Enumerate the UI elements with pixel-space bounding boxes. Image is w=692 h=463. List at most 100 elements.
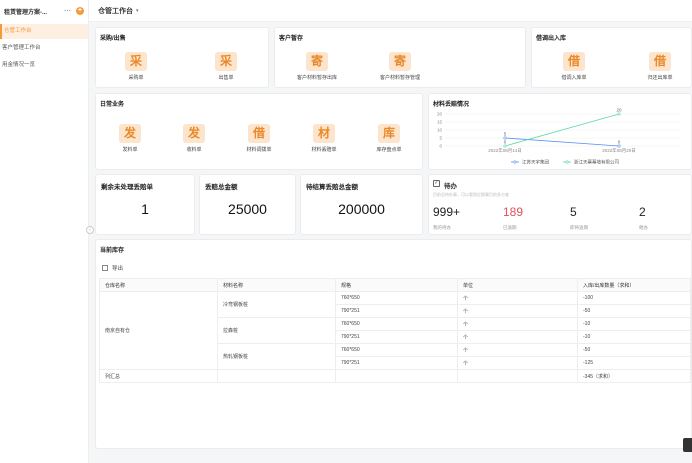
x-tick-label: 2022年08月20日 xyxy=(602,147,636,154)
purchase-order-button[interactable]: 采 采购单 xyxy=(106,52,166,81)
chevron-down-icon[interactable]: ▾ xyxy=(136,8,139,14)
stocktake-icon: 库 xyxy=(378,124,400,143)
cell-total-label: 列汇总 xyxy=(99,369,218,383)
y-tick-label: 20 xyxy=(437,112,443,117)
legend-marker xyxy=(565,160,569,164)
sidebar-item-warehouse[interactable]: 仓管工作台 xyxy=(0,24,88,39)
header-warehouse[interactable]: 仓库名称 xyxy=(99,278,218,292)
daily-card: 日常业务 发 发料单 发 收料单 借 材料调拨单 材 材料丢赔单 库 库存盘点单 xyxy=(95,93,423,170)
issue-order-button[interactable]: 发 发料单 xyxy=(100,124,160,153)
sale-icon: 采 xyxy=(215,52,237,71)
todo-count-due-soon[interactable]: 5 xyxy=(570,205,577,219)
stat-card-pending: 待结算丢赔总金额 200000 xyxy=(300,174,423,235)
cell-spec: 760*650 xyxy=(335,343,458,357)
item-label: 归还出库单 xyxy=(647,75,673,81)
more-icon[interactable]: ⋯ xyxy=(64,7,71,15)
card-title: 客户暂存 xyxy=(279,36,304,42)
sidebar-item-customer[interactable]: 客户管理工作台 xyxy=(0,41,88,56)
item-label: 发料单 xyxy=(122,147,138,153)
issue-icon: 发 xyxy=(119,124,141,143)
todo-count-mine[interactable]: 999+ xyxy=(433,205,460,219)
stat-title: 剩余未处理丢赔单 xyxy=(101,184,153,191)
export-button[interactable]: 导出 xyxy=(102,264,123,272)
card-title: 采购/出售 xyxy=(100,36,126,42)
sale-order-button[interactable]: 采 出售单 xyxy=(196,52,256,81)
stat-card-total: 丢赔总金额 25000 xyxy=(199,174,296,235)
cell-spec: 760*650 xyxy=(335,291,458,305)
header-spec[interactable]: 规格 xyxy=(335,278,458,292)
todo-label-overdue: 已逾期 xyxy=(503,225,517,230)
loss-chart-card: 材料丢赔情况 0 5 10 15 20 2022年08月14日 2022年08月20日 5 0 0… xyxy=(428,93,692,170)
purchase-icon: 采 xyxy=(125,52,147,71)
cell-unit: 个 xyxy=(457,356,578,370)
cell-spec: 760*650 xyxy=(335,317,458,331)
item-label: 收料单 xyxy=(186,147,202,153)
return-out-button[interactable]: 借 归还出库单 xyxy=(630,52,690,81)
export-label: 导出 xyxy=(112,266,124,272)
page-title[interactable]: 仓管工作台 xyxy=(98,6,133,16)
sidebar-item-funds[interactable]: 用金情况一览 xyxy=(0,58,88,73)
header-unit[interactable]: 单位 xyxy=(457,278,578,292)
collapse-sidebar-icon[interactable]: ‹ xyxy=(86,226,94,234)
inventory-card: 当前库存 导出 仓库名称 材料名称 规格 单位 入库/出库数量（求和） 南京自有… xyxy=(95,239,692,449)
app-title: 租赁管理方案-... xyxy=(4,9,47,16)
stat-value: 200000 xyxy=(338,201,385,217)
cell-unit: 个 xyxy=(457,317,578,331)
y-tick-label: 0 xyxy=(439,144,442,149)
transfer-order-button[interactable]: 借 材料调拨单 xyxy=(229,124,289,153)
loss-order-button[interactable]: 材 材料丢赔单 xyxy=(294,124,354,153)
stat-title: 待结算丢赔总金额 xyxy=(306,184,358,191)
cell-empty xyxy=(335,369,458,383)
cell-empty xyxy=(217,369,336,383)
storage-out-button[interactable]: 寄 客户材料暂存出库 xyxy=(287,52,347,81)
loss-icon: 材 xyxy=(313,124,335,143)
borrow-card: 借调出入库 借 借调入库单 借 归还出库单 xyxy=(531,27,692,88)
legend-label: 浙江天幕幕墙有限公司 xyxy=(574,159,619,166)
item-label: 客户材料暂存出库 xyxy=(296,75,337,81)
add-icon[interactable]: + xyxy=(76,7,84,15)
cell-unit: 个 xyxy=(457,291,578,305)
data-label: 5 xyxy=(504,132,507,137)
header-material[interactable]: 材料名称 xyxy=(217,278,336,292)
todo-count-urge[interactable]: 2 xyxy=(639,205,646,219)
cell-total-value: -345（求和） xyxy=(577,369,691,383)
header-qty[interactable]: 入库/出库数量（求和） xyxy=(577,278,691,292)
item-label: 材料调拨单 xyxy=(246,147,272,153)
purchase-card: 采购/出售 采 采购单 采 出售单 xyxy=(95,27,269,88)
todo-count-overdue[interactable]: 189 xyxy=(503,205,523,219)
help-button[interactable] xyxy=(683,438,692,452)
borrow-in-button[interactable]: 借 借调入库单 xyxy=(544,52,604,81)
todo-title: 待办 xyxy=(444,183,457,190)
table-header-row: 仓库名称 材料名称 规格 单位 入库/出库数量（求和） xyxy=(99,278,691,292)
stat-title: 丢赔总金额 xyxy=(205,184,238,191)
transfer-icon: 借 xyxy=(248,124,270,143)
export-icon xyxy=(102,265,108,271)
cell-unit: 个 xyxy=(457,304,578,318)
data-label: 0 xyxy=(618,140,621,145)
storage-card: 客户暂存 寄 客户材料暂存出库 寄 客户材料暂存管理 xyxy=(274,27,526,88)
receive-order-button[interactable]: 发 收料单 xyxy=(164,124,224,153)
card-title: 当前库存 xyxy=(100,248,125,254)
todo-label-mine: 我的待办 xyxy=(433,225,451,230)
storage-manage-button[interactable]: 寄 客户材料暂存管理 xyxy=(370,52,430,81)
cell-material: 拉森桩 xyxy=(217,317,336,344)
legend-label: 江苏天宇集团 xyxy=(522,159,549,166)
cell-qty: -10 xyxy=(577,330,691,344)
y-tick-label: 10 xyxy=(437,128,443,133)
card-title: 日常业务 xyxy=(100,102,125,108)
cell-spec: 790*251 xyxy=(335,356,458,370)
cell-empty xyxy=(457,369,578,383)
cell-unit: 个 xyxy=(457,330,578,344)
item-label: 库存盘点单 xyxy=(376,147,402,153)
cell-qty: -50 xyxy=(577,343,691,357)
inventory-table: 仓库名称 材料名称 规格 单位 入库/出库数量（求和） 南京自有仓 冷弯钢板桩 … xyxy=(99,278,691,383)
data-label: 0 xyxy=(504,140,507,145)
todo-card: ✓ 待办 目前总待办事，可以看到近期事目前多方查 999+ 我的待办 189 已… xyxy=(428,174,692,235)
table-summary-row: 列汇总 -345（求和） xyxy=(99,369,691,383)
cell-qty: -125 xyxy=(577,356,691,370)
stocktake-order-button[interactable]: 库 库存盘点单 xyxy=(359,124,419,153)
todo-subtitle: 目前总待办事，可以看到近期事目前多方查 xyxy=(433,192,509,197)
legend-marker xyxy=(513,160,517,164)
cell-material: 冷弯钢板桩 xyxy=(217,291,336,318)
todo-label-urge: 催办 xyxy=(639,225,648,230)
